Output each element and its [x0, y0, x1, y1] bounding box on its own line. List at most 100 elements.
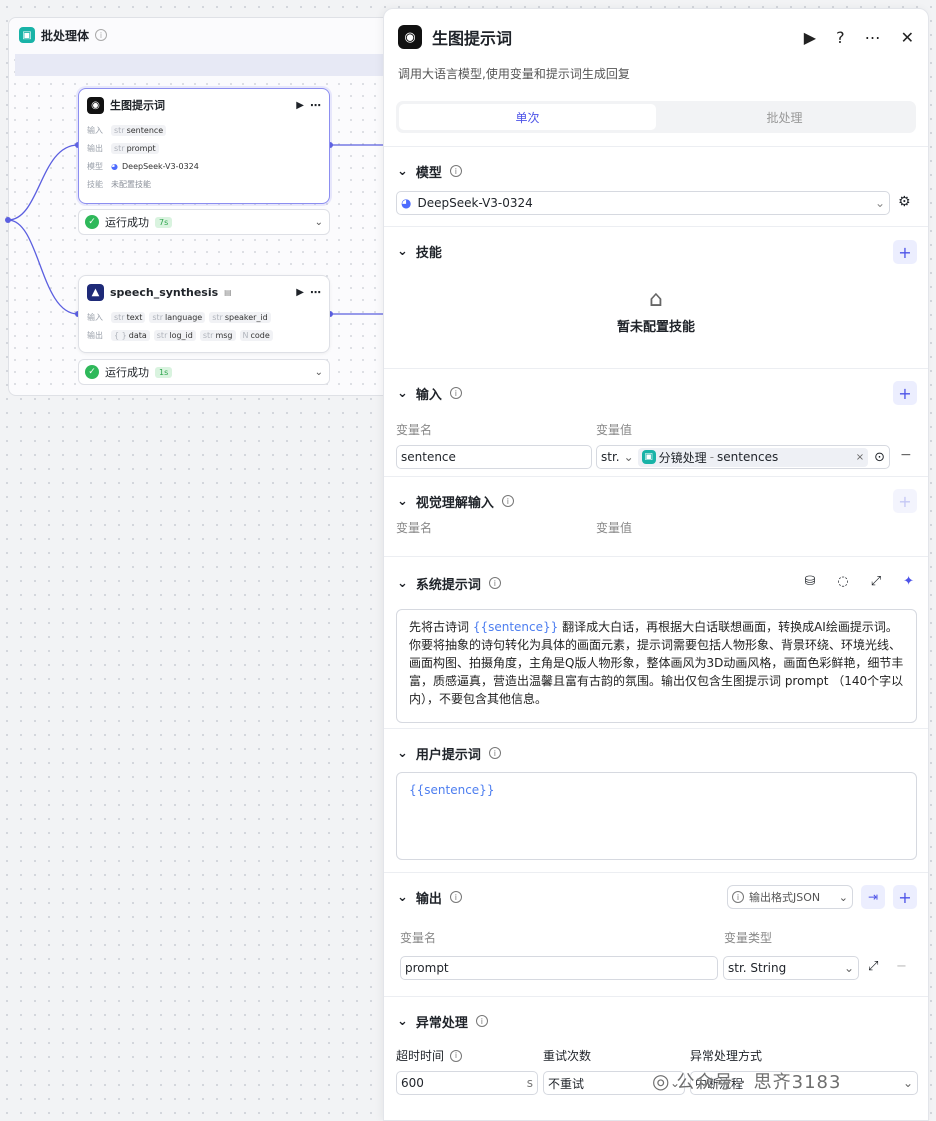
info-icon[interactable]: i: [450, 1049, 463, 1062]
chevron-down-icon[interactable]: ⌄: [397, 576, 408, 591]
close-icon[interactable]: ✕: [901, 28, 914, 47]
lightbulb-icon[interactable]: ◌: [837, 574, 848, 589]
chevron-down-icon[interactable]: ⌄: [315, 217, 323, 228]
output-section: ⌄ 输出 i i 输出格式JSON ⌄ ⇥ + 变量名 变量类型 prompt str.…: [384, 872, 928, 996]
section-title: 模型: [415, 165, 442, 181]
add-vision-button[interactable]: +: [893, 489, 917, 513]
var-tag: str speaker_id: [209, 311, 271, 323]
expand-icon[interactable]: ⤢: [868, 959, 878, 974]
node-title: 生图提示词: [110, 99, 165, 112]
chevron-down-icon[interactable]: ⌄: [397, 164, 408, 179]
info-icon[interactable]: i: [449, 165, 462, 177]
chevron-down-icon[interactable]: ⌄: [397, 386, 408, 401]
info-icon[interactable]: i: [449, 891, 462, 903]
col-name-label: 变量名: [396, 423, 433, 437]
remove-icon[interactable]: −: [896, 959, 907, 974]
run-icon[interactable]: ▶: [296, 287, 304, 298]
add-output-button[interactable]: +: [893, 885, 917, 909]
node-speech-synthesis[interactable]: ▲ speech_synthesis ▤ ▶ ⋯ 输入 str text str l…: [78, 275, 330, 353]
type-select[interactable]: str.: [601, 450, 620, 464]
clear-icon[interactable]: ×: [856, 452, 864, 463]
output-format-value: 输出格式JSON: [749, 891, 821, 904]
more-icon[interactable]: ⋯: [310, 286, 321, 299]
speech-icon: ▲: [87, 283, 104, 301]
empty-text: 暂未配置技能: [616, 320, 695, 335]
var-tag: str language: [149, 311, 206, 323]
model-name: DeepSeek-V3-0324: [121, 161, 199, 171]
output-name-field[interactable]: prompt: [400, 956, 718, 980]
user-prompt-editor[interactable]: {{sentence}}: [396, 772, 917, 860]
info-icon[interactable]: i: [449, 387, 462, 399]
section-title: 技能: [415, 245, 442, 261]
info-icon[interactable]: i: [501, 495, 514, 507]
info-icon[interactable]: i: [488, 747, 501, 759]
model-select[interactable]: ◕ DeepSeek-V3-0324 ⌄: [396, 191, 890, 215]
run-icon[interactable]: ▶: [804, 28, 816, 47]
chevron-down-icon[interactable]: ⌄: [397, 494, 408, 509]
chevron-down-icon[interactable]: ⌄: [397, 746, 408, 761]
tab-single[interactable]: 单次: [399, 104, 656, 130]
more-icon[interactable]: ⋯: [310, 99, 321, 112]
help-icon[interactable]: ?: [836, 28, 845, 47]
input-name-value: sentence: [401, 450, 456, 464]
expand-icon[interactable]: ⤢: [871, 574, 881, 589]
var-tag: str log_id: [153, 329, 196, 341]
retry-value: 不重试: [548, 1076, 585, 1091]
info-icon[interactable]: i: [488, 577, 501, 589]
node-image-prompt[interactable]: ◉ 生图提示词 ▶ ⋯ 输入 str sentence 输出 str prompt 模型…: [78, 88, 330, 204]
output-type-select[interactable]: str. String ⌄: [723, 956, 859, 980]
remove-icon[interactable]: −: [900, 447, 912, 463]
ref-var: sentences: [717, 450, 779, 464]
exception-section: ⌄ 异常处理 i 超时时间 i 重试次数 异常处理方式 600 s 不重试 ⌄ 中断流程 ⌄: [384, 996, 928, 1120]
output-type-value: str. String: [728, 961, 787, 975]
chevron-down-icon[interactable]: ⌄: [315, 367, 323, 378]
target-icon[interactable]: ⊙: [874, 450, 885, 465]
output-format-select[interactable]: i 输出格式JSON ⌄: [727, 885, 853, 909]
var-tag: str msg: [199, 329, 236, 341]
empty-box-icon: ⌂: [649, 287, 663, 312]
output-label: 输出: [87, 330, 103, 340]
timeout-field[interactable]: 600 s: [396, 1071, 538, 1095]
chevron-down-icon[interactable]: ⌄: [397, 1014, 408, 1029]
tab-batch[interactable]: 批处理: [656, 104, 913, 130]
node1-status[interactable]: ✓ 运行成功 7s ⌄: [78, 209, 330, 235]
vision-section: ⌄ 视觉理解输入 i + 变量名 变量值: [384, 476, 928, 556]
input-label: 输入: [87, 312, 103, 322]
skills-section: ⌄ 技能 + ⌂ 暂未配置技能: [384, 226, 928, 368]
var-tag: str sentence: [111, 124, 167, 136]
section-title: 系统提示词: [415, 577, 481, 593]
col-type-label: 变量类型: [724, 931, 773, 945]
settings-icon[interactable]: ⚙: [898, 194, 911, 210]
library-icon[interactable]: ⛁: [804, 574, 815, 589]
skill-value: 未配置技能: [111, 179, 151, 189]
node-config-panel: ◉ 生图提示词 ▶ ? ⋯ ✕ 调用大语言模型,使用变量和提示词生成回复 单次 …: [383, 8, 929, 1121]
node2-status[interactable]: ✓ 运行成功 1s ⌄: [78, 359, 330, 385]
system-prompt-editor[interactable]: 先将古诗词 {{sentence}} 翻译成大白话，再根据大白话联想画面，转换成…: [396, 609, 917, 723]
node-title: speech_synthesis: [110, 285, 219, 299]
chevron-down-icon[interactable]: ⌄: [397, 244, 408, 259]
chevron-down-icon[interactable]: ⌄: [624, 450, 634, 464]
prompt-toolbar: ⛁ ◌ ⤢ ✦: [804, 574, 914, 589]
input-name-field[interactable]: sentence: [396, 445, 592, 469]
system-prompt-section: ⌄ 系统提示词 i ⛁ ◌ ⤢ ✦ 先将古诗词 {{sentence}} 翻译成大白…: [384, 556, 928, 728]
sparkle-icon[interactable]: ✦: [903, 574, 914, 589]
model-section: ⌄ 模型 i ◕ DeepSeek-V3-0324 ⌄ ⚙: [384, 146, 928, 226]
doc-icon: ▤: [224, 287, 232, 297]
col-value-label: 变量值: [596, 423, 633, 437]
input-label: 输入: [87, 125, 103, 135]
import-icon[interactable]: ⇥: [861, 885, 885, 909]
more-icon[interactable]: ⋯: [865, 28, 881, 47]
add-skill-button[interactable]: +: [893, 240, 917, 264]
retry-label: 重试次数: [543, 1049, 592, 1063]
input-section: ⌄ 输入 i + 变量名 变量值 sentence str. ⌄ ▣ 分镜处理 - …: [384, 368, 928, 476]
info-icon[interactable]: i: [475, 1015, 488, 1027]
mode-tabs: 单次 批处理: [396, 101, 916, 133]
run-icon[interactable]: ▶: [296, 100, 304, 111]
input-value-field[interactable]: str. ⌄ ▣ 分镜处理 - sentences × ⊙: [596, 445, 890, 469]
empty-state: ⌂ 暂未配置技能: [384, 287, 928, 335]
var-tag: str prompt: [111, 142, 159, 154]
add-input-button[interactable]: +: [893, 381, 917, 405]
var-tag: str text: [111, 311, 146, 323]
chevron-down-icon[interactable]: ⌄: [397, 890, 408, 905]
section-title: 视觉理解输入: [415, 495, 494, 511]
